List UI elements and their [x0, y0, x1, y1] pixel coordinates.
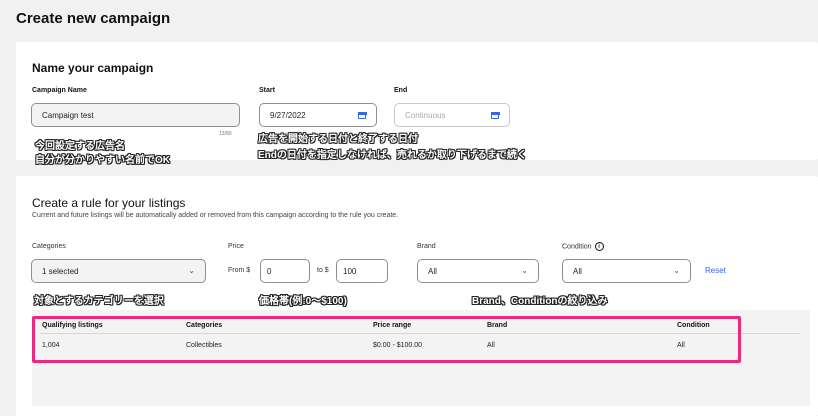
chevron-down-icon: ⌄: [521, 266, 528, 275]
info-icon[interactable]: i: [594, 242, 604, 251]
page-title: Create new campaign: [16, 10, 171, 27]
categories-select[interactable]: 1 selected ⌄: [31, 259, 206, 283]
brand-value: All: [428, 266, 437, 276]
categories-value: 1 selected: [42, 266, 79, 276]
annotation-name-2: 自分が分かりやすい名前でOK: [35, 155, 170, 166]
annotation-price: 価格帯(例:0〜$100): [259, 296, 347, 307]
annotation-brand-condition: Brand、Conditionの絞り込み: [472, 296, 608, 307]
calendar-icon[interactable]: [490, 111, 500, 119]
price-to-label: to $: [317, 267, 329, 274]
start-date-input[interactable]: 9/27/2022: [259, 103, 377, 127]
condition-label: Condition: [562, 243, 592, 251]
reset-link[interactable]: Reset: [705, 266, 726, 275]
start-date-value: 9/27/2022: [270, 110, 306, 120]
name-section-title: Name your campaign: [32, 61, 154, 75]
categories-label: Categories: [32, 243, 66, 250]
annotation-categories: 対象とするカテゴリーを選択: [34, 296, 164, 307]
calendar-icon[interactable]: [357, 111, 367, 119]
chevron-down-icon: ⌄: [673, 266, 680, 275]
start-label: Start: [259, 87, 275, 94]
brand-select[interactable]: All ⌄: [417, 259, 539, 283]
price-from-label: From $: [228, 267, 251, 274]
price-from-value: 0: [267, 266, 272, 276]
char-counter: 13/80: [219, 131, 232, 137]
highlight-box: [32, 316, 741, 363]
end-date-placeholder: Continuous: [405, 110, 446, 120]
annotation-name-1: 今回設定する広告名: [35, 141, 125, 152]
end-label: End: [394, 87, 408, 94]
end-date-input[interactable]: Continuous: [394, 103, 510, 127]
condition-label-wrap: Condition i: [562, 242, 604, 251]
brand-label: Brand: [417, 243, 436, 250]
condition-select[interactable]: All ⌄: [562, 259, 691, 283]
price-from-input[interactable]: 0: [260, 259, 310, 283]
price-label: Price: [228, 243, 244, 250]
chevron-down-icon: ⌄: [188, 266, 195, 275]
campaign-name-value: Campaign test: [42, 110, 94, 120]
rule-section-title: Create a rule for your listings: [32, 196, 186, 210]
annotation-date-1: 広告を開始する日付と終了する日付: [258, 134, 418, 145]
campaign-name-input[interactable]: Campaign test: [31, 103, 240, 127]
condition-value: All: [573, 266, 582, 276]
campaign-name-label: Campaign Name: [32, 87, 87, 94]
price-to-value: 100: [343, 266, 357, 276]
price-to-input[interactable]: 100: [336, 259, 388, 283]
rule-description: Current and future listings will be auto…: [32, 212, 399, 219]
annotation-date-2: Endの日付を指定しなければ、売れるか取り下げるまで続く: [258, 150, 527, 161]
